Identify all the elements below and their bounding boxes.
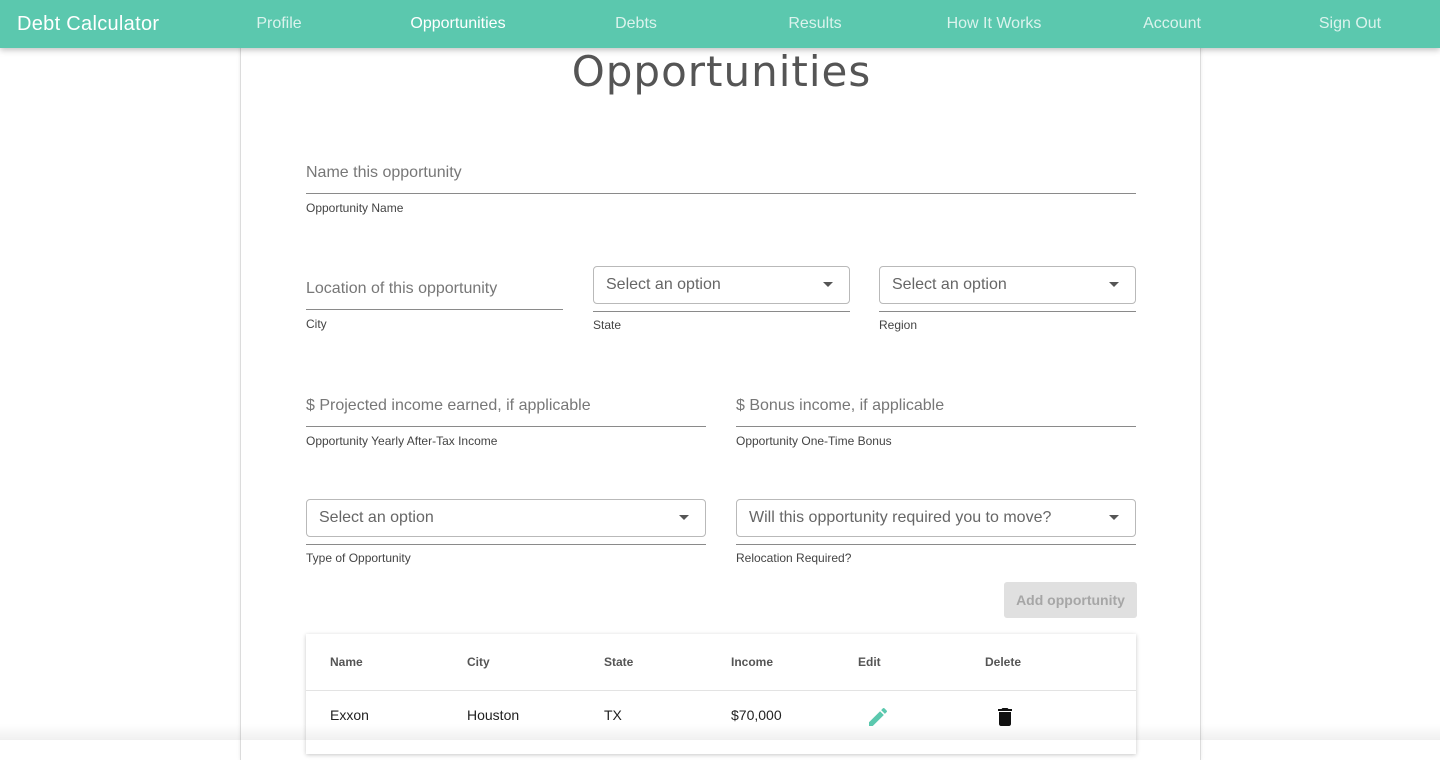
chevron-down-icon <box>1109 282 1119 287</box>
region-underline <box>879 311 1136 312</box>
state-field: Select an option State <box>593 266 850 332</box>
chevron-down-icon <box>1109 515 1119 520</box>
top-navbar: Debt Calculator Profile Opportunities De… <box>0 0 1440 48</box>
region-select-value: Select an option <box>892 276 1007 293</box>
opportunities-card: Opportunities Opportunity Name City Sele… <box>240 0 1201 760</box>
bonus-helper: Opportunity One-Time Bonus <box>736 434 892 448</box>
nav-link-sign-out[interactable]: Sign Out <box>1275 0 1425 48</box>
type-select-value: Select an option <box>319 509 434 526</box>
income-helper: Opportunity Yearly After-Tax Income <box>306 434 498 448</box>
nav-link-how-it-works[interactable]: How It Works <box>919 0 1069 48</box>
opportunity-name-field: Opportunity Name <box>306 152 1136 215</box>
column-header-income: Income <box>731 655 774 669</box>
income-field: Opportunity Yearly After-Tax Income <box>306 385 706 448</box>
cell-state: TX <box>604 707 622 723</box>
relocation-underline <box>736 544 1136 545</box>
region-select[interactable]: Select an option <box>879 266 1136 304</box>
region-field: Select an option Region <box>879 266 1136 332</box>
nav-link-opportunities[interactable]: Opportunities <box>383 0 533 48</box>
type-helper: Type of Opportunity <box>306 551 411 565</box>
type-underline <box>306 544 706 545</box>
header-divider <box>306 690 1136 691</box>
column-header-city: City <box>467 655 490 669</box>
relocation-helper: Relocation Required? <box>736 551 852 565</box>
relocation-select[interactable]: Will this opportunity required you to mo… <box>736 499 1136 537</box>
state-underline <box>593 311 850 312</box>
chevron-down-icon <box>679 515 689 520</box>
chevron-down-icon <box>823 282 833 287</box>
relocation-select-value: Will this opportunity required you to mo… <box>749 509 1052 526</box>
nav-link-profile[interactable]: Profile <box>204 0 354 48</box>
column-header-name: Name <box>330 655 363 669</box>
opportunity-name-input[interactable] <box>306 152 1136 194</box>
state-select-value: Select an option <box>606 276 721 293</box>
page-title: Opportunities <box>571 47 872 96</box>
pencil-icon[interactable] <box>866 705 890 729</box>
type-select[interactable]: Select an option <box>306 499 706 537</box>
column-header-edit: Edit <box>858 655 881 669</box>
city-input[interactable] <box>306 268 563 310</box>
cell-city: Houston <box>467 707 520 723</box>
bonus-input[interactable] <box>736 385 1136 427</box>
cell-name: Exxon <box>330 707 369 723</box>
nav-link-debts[interactable]: Debts <box>561 0 711 48</box>
opportunity-name-helper: Opportunity Name <box>306 201 404 215</box>
opportunities-table: Name City State Income Edit Delete Exxon… <box>306 634 1136 754</box>
nav-link-account[interactable]: Account <box>1097 0 1247 48</box>
city-field: City <box>306 268 563 331</box>
income-input[interactable] <box>306 385 706 427</box>
type-field: Select an option Type of Opportunity <box>306 499 706 565</box>
city-helper: City <box>306 317 327 331</box>
brand-title[interactable]: Debt Calculator <box>17 0 159 48</box>
trash-icon[interactable] <box>993 705 1017 729</box>
nav-link-results[interactable]: Results <box>740 0 890 48</box>
region-helper: Region <box>879 318 918 332</box>
column-header-delete: Delete <box>985 655 1022 669</box>
add-opportunity-button[interactable]: Add opportunity <box>1004 582 1137 618</box>
column-header-state: State <box>604 655 634 669</box>
state-helper: State <box>593 318 622 332</box>
relocation-field: Will this opportunity required you to mo… <box>736 499 1136 565</box>
bonus-field: Opportunity One-Time Bonus <box>736 385 1136 448</box>
state-select[interactable]: Select an option <box>593 266 850 304</box>
cell-income: $70,000 <box>731 707 782 723</box>
